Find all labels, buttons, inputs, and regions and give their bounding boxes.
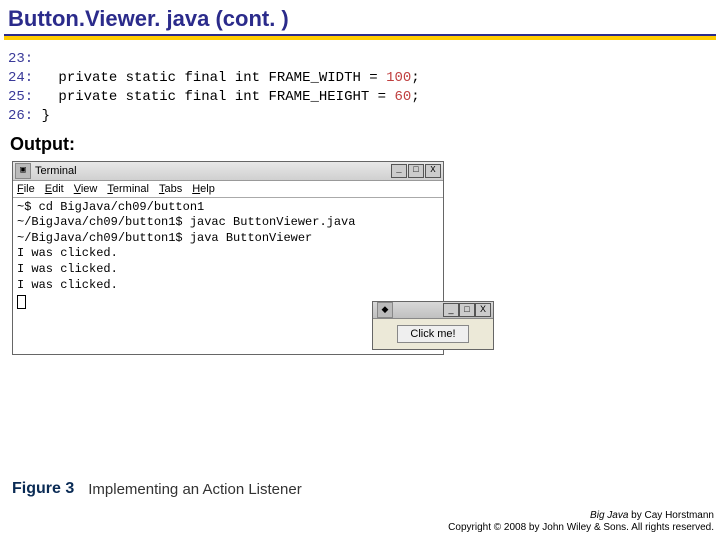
accent-bar xyxy=(4,36,716,40)
click-me-button[interactable]: Click me! xyxy=(397,325,468,343)
line-number: 24: xyxy=(8,70,33,86)
book-title: Big Java xyxy=(590,510,628,521)
terminal-line: ~/BigJava/ch09/button1$ java ButtonViewe… xyxy=(17,231,439,247)
code-text: ; xyxy=(411,70,419,86)
terminal-title: Terminal xyxy=(31,165,391,177)
terminal-titlebar: ▣ Terminal _ □ X xyxy=(13,162,443,181)
menu-terminal[interactable]: Terminal xyxy=(107,183,149,195)
java-frame-titlebar: ◆ _ □ X xyxy=(373,302,493,319)
footer: Big Java by Cay Horstmann Copyright © 20… xyxy=(448,510,714,534)
close-button[interactable]: X xyxy=(425,164,441,178)
java-frame-body: Click me! xyxy=(373,319,493,349)
menu-edit[interactable]: Edit xyxy=(45,183,64,195)
cursor-icon xyxy=(17,295,26,309)
figure-caption: Implementing an Action Listener xyxy=(88,481,301,498)
terminal-line: ~$ cd BigJava/ch09/button1 xyxy=(17,200,439,216)
output-heading: Output: xyxy=(0,130,720,159)
screenshot-area: ▣ Terminal _ □ X File Edit View Terminal… xyxy=(12,161,708,431)
figure-label: Figure 3 xyxy=(12,480,74,498)
close-button[interactable]: X xyxy=(475,303,491,317)
code-text: private static final int FRAME_WIDTH = xyxy=(33,70,386,86)
maximize-button[interactable]: □ xyxy=(459,303,475,317)
minimize-button[interactable]: _ xyxy=(443,303,459,317)
terminal-icon: ▣ xyxy=(15,163,31,179)
code-block: 23: 24: private static final int FRAME_W… xyxy=(0,46,720,130)
terminal-menubar: File Edit View Terminal Tabs Help xyxy=(13,181,443,198)
menu-help[interactable]: Help xyxy=(192,183,215,195)
terminal-line: I was clicked. xyxy=(17,262,439,278)
code-text: } xyxy=(33,108,50,124)
java-cup-icon: ◆ xyxy=(377,302,393,318)
figure-caption-row: Figure 3 Implementing an Action Listener xyxy=(12,480,302,498)
line-number: 25: xyxy=(8,89,33,105)
slide-title: Button.Viewer. java (cont. ) xyxy=(0,0,720,34)
menu-view[interactable]: View xyxy=(74,183,98,195)
author: by Cay Horstmann xyxy=(628,510,714,521)
menu-file[interactable]: File xyxy=(17,183,35,195)
code-literal: 100 xyxy=(386,70,411,86)
menu-tabs[interactable]: Tabs xyxy=(159,183,182,195)
line-number: 26: xyxy=(8,108,33,124)
code-text: ; xyxy=(411,89,419,105)
code-text: private static final int FRAME_HEIGHT = xyxy=(33,89,394,105)
footer-line2: Copyright © 2008 by John Wiley & Sons. A… xyxy=(448,522,714,534)
minimize-button[interactable]: _ xyxy=(391,164,407,178)
line-number: 23: xyxy=(8,51,33,67)
footer-line1: Big Java by Cay Horstmann xyxy=(448,510,714,522)
terminal-line: I was clicked. xyxy=(17,246,439,262)
terminal-line: I was clicked. xyxy=(17,278,439,294)
code-literal: 60 xyxy=(394,89,411,105)
maximize-button[interactable]: □ xyxy=(408,164,424,178)
java-frame-window: ◆ _ □ X Click me! xyxy=(372,301,494,350)
terminal-line: ~/BigJava/ch09/button1$ javac ButtonView… xyxy=(17,215,439,231)
